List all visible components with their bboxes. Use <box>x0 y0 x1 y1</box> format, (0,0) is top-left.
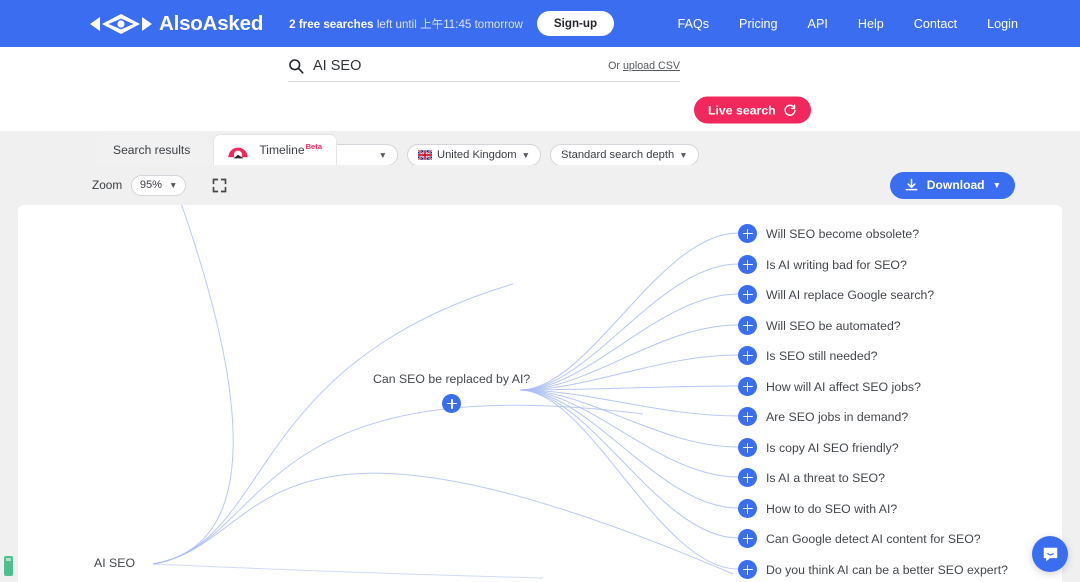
mindmap-parent-node[interactable]: Can SEO be replaced by AI? <box>373 372 530 413</box>
mindmap-child-node-label: Can Google detect AI content for SEO? <box>766 531 981 546</box>
mindmap-child-node-label: Will AI replace Google search? <box>766 287 935 302</box>
signup-button[interactable]: Sign-up <box>536 11 615 36</box>
timeline-gauge-icon <box>228 147 248 159</box>
mindmap-child-node-label: Is copy AI SEO friendly? <box>766 440 899 455</box>
canvas-toolbar: Zoom 95% ▼ Download ▼ <box>0 165 1080 205</box>
nav-item-help[interactable]: Help <box>858 17 884 31</box>
beta-badge: Beta <box>305 142 323 152</box>
tab-timeline-label: TimelineBeta <box>259 142 323 158</box>
expand-node-plus-icon[interactable] <box>738 377 757 396</box>
mindmap-root-node[interactable]: AI SEO <box>94 556 135 570</box>
expand-node-plus-icon[interactable] <box>738 499 757 518</box>
mindmap-child-node[interactable]: Is copy AI SEO friendly? <box>738 438 899 457</box>
brand-name: AlsoAsked <box>159 11 264 35</box>
mindmap-child-node[interactable]: How will AI affect SEO jobs? <box>738 377 921 396</box>
zoom-label: Zoom <box>92 178 123 192</box>
search-bar: Or upload CSV <box>288 58 680 82</box>
mindmap-child-node-label: Is AI a threat to SEO? <box>766 470 885 485</box>
mindmap-child-node[interactable]: Do you think AI can be a better SEO expe… <box>738 560 1008 579</box>
upload-csv-text: Or upload CSV <box>608 60 680 72</box>
upload-csv-prefix: Or <box>608 60 623 72</box>
mindmap-child-node[interactable]: Will SEO be automated? <box>738 316 901 335</box>
expand-node-plus-icon[interactable] <box>738 346 757 365</box>
zoom-value: 95% <box>139 179 163 191</box>
expand-node-plus-icon[interactable] <box>738 224 757 243</box>
live-search-button[interactable]: Live search <box>694 96 811 124</box>
download-icon <box>905 178 918 190</box>
eye-diamond-logo-icon <box>90 13 152 34</box>
mindmap-child-node[interactable]: Is AI writing bad for SEO? <box>738 255 907 274</box>
mindmap-child-node[interactable]: Will AI replace Google search? <box>738 285 934 304</box>
expand-node-plus-icon[interactable] <box>442 394 462 413</box>
live-search-label: Live search <box>708 103 776 117</box>
refresh-icon <box>784 104 796 116</box>
mindmap-child-node-label: Will SEO become obsolete? <box>766 226 920 241</box>
tab-timeline[interactable]: TimelineBeta <box>213 134 338 165</box>
expand-node-plus-icon[interactable] <box>738 316 757 335</box>
mindmap-canvas[interactable]: Can SEO be replaced by AI? AI SEO Will SEO… <box>18 205 1062 582</box>
nav-item-pricing[interactable]: Pricing <box>739 17 778 31</box>
chat-widget-button[interactable] <box>1032 536 1068 572</box>
search-input[interactable] <box>313 58 609 74</box>
chat-bubble-icon <box>1043 547 1057 561</box>
expand-node-plus-icon[interactable] <box>738 285 757 304</box>
expand-node-plus-icon[interactable] <box>738 438 757 457</box>
expand-icon[interactable] <box>212 178 227 193</box>
main-nav: FAQs Pricing API Help Contact Login <box>678 17 1018 31</box>
mindmap-child-node-label: How will AI affect SEO jobs? <box>766 379 921 394</box>
mindmap-child-node[interactable]: How to do SEO with AI? <box>738 499 897 518</box>
mindmap-child-node-label: Is AI writing bad for SEO? <box>766 257 907 272</box>
mindmap-child-node[interactable]: Will SEO become obsolete? <box>738 224 919 243</box>
free-search-quota: 2 free searches left until 上午11:45 tomor… <box>289 16 523 32</box>
nav-item-contact[interactable]: Contact <box>914 17 957 31</box>
mindmap-child-node-label: Is SEO still needed? <box>766 348 878 363</box>
download-label: Download <box>926 178 985 192</box>
mindmap-child-node[interactable]: Are SEO jobs in demand? <box>738 407 908 426</box>
mindmap-child-node-label: Will SEO be automated? <box>766 318 901 333</box>
chevron-down-icon: ▼ <box>992 180 1001 190</box>
zoom-select[interactable]: 95% ▼ <box>131 174 187 196</box>
nav-item-faqs[interactable]: FAQs <box>678 17 710 31</box>
top-header: AlsoAsked 2 free searches left until 上午1… <box>0 0 1080 47</box>
brand-logo[interactable]: AlsoAsked <box>88 12 263 36</box>
mindmap-parent-node-label: Can SEO be replaced by AI? <box>373 372 531 386</box>
search-zone: Or upload CSV Live search English ▼ Unit… <box>0 47 1080 166</box>
upload-csv-link[interactable]: upload CSV <box>623 60 680 72</box>
tab-search-results[interactable]: Search results <box>96 135 208 165</box>
mindmap-child-node[interactable]: Is AI a threat to SEO? <box>738 468 885 487</box>
green-side-tab[interactable] <box>4 556 13 576</box>
nav-item-login[interactable]: Login <box>987 17 1018 31</box>
mindmap-child-node[interactable]: Is SEO still needed? <box>738 346 877 365</box>
expand-node-plus-icon[interactable] <box>738 529 757 548</box>
download-button[interactable]: Download ▼ <box>889 171 1015 199</box>
mindmap-child-node-label: Are SEO jobs in demand? <box>766 409 909 424</box>
nav-item-api[interactable]: API <box>808 17 828 31</box>
expand-node-plus-icon[interactable] <box>738 407 757 426</box>
expand-node-plus-icon[interactable] <box>738 560 757 579</box>
quota-count: 2 free searches <box>289 17 374 31</box>
search-icon <box>289 59 304 74</box>
expand-node-plus-icon[interactable] <box>738 255 757 274</box>
chevron-down-icon: ▼ <box>169 180 178 190</box>
mindmap-child-node[interactable]: Can Google detect AI content for SEO? <box>738 529 981 548</box>
expand-node-plus-icon[interactable] <box>738 468 757 487</box>
result-tabs: Search results TimelineBeta <box>0 131 1080 165</box>
mindmap-child-node-label: Do you think AI can be a better SEO expe… <box>766 562 1008 577</box>
quota-reset-text: left until 上午11:45 tomorrow <box>376 17 523 31</box>
mindmap-child-node-label: How to do SEO with AI? <box>766 501 898 516</box>
